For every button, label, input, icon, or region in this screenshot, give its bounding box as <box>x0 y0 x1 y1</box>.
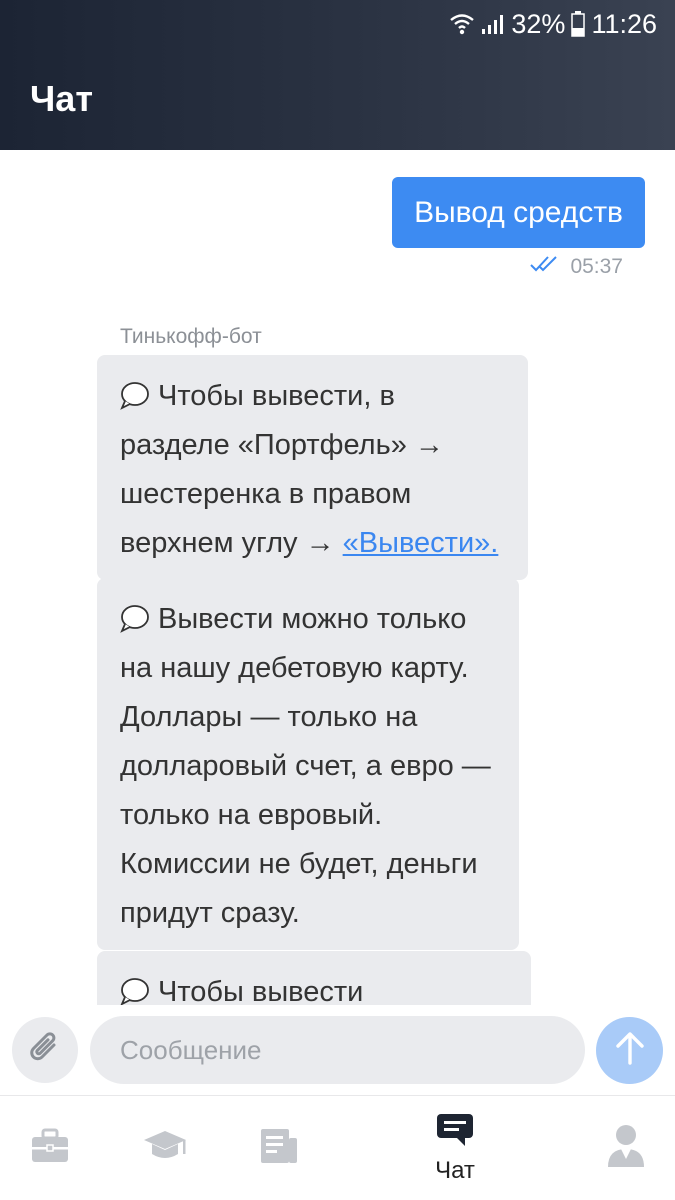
signal-icon <box>481 12 505 36</box>
message-time: 05:37 <box>570 255 623 278</box>
wifi-icon <box>449 12 475 36</box>
bot-message[interactable]: Чтобы вывести <box>97 951 531 1005</box>
speech-bubble-icon <box>120 600 150 633</box>
nav-portfolio[interactable] <box>0 1096 100 1200</box>
page-title: Чат <box>30 78 93 119</box>
battery-percent: 32% <box>511 8 566 39</box>
paperclip-icon <box>25 1028 65 1073</box>
status-bar: 32% 11:26 <box>449 8 657 40</box>
attach-button[interactable] <box>12 1017 78 1083</box>
profile-icon <box>606 1123 646 1174</box>
briefcase-icon <box>30 1127 70 1170</box>
bot-message[interactable]: Чтобы вывести, в разделе «Портфель» → ше… <box>97 355 528 580</box>
bot-message[interactable]: Вывести можно только на нашу дебетовую к… <box>97 578 519 950</box>
clock: 11:26 <box>591 8 657 39</box>
bot-message-text: Вывести можно только на нашу дебетовую к… <box>120 603 491 929</box>
chat-area[interactable]: Вывод средств 05:37 Тинькофф-бот Чтобы в… <box>0 150 675 1005</box>
bot-message-text: Чтобы вывести <box>158 976 364 1005</box>
nav-news[interactable] <box>230 1096 330 1200</box>
chat-icon <box>435 1112 475 1153</box>
double-check-icon <box>530 255 562 279</box>
message-input[interactable] <box>90 1016 585 1084</box>
outgoing-meta: 05:37 <box>530 255 623 279</box>
speech-bubble-icon <box>120 973 150 1005</box>
battery-icon <box>571 11 586 37</box>
nav-chat[interactable]: Чат <box>405 1096 505 1200</box>
withdraw-link[interactable]: «Вывести». <box>343 527 499 559</box>
app-header: 32% 11:26 Чат <box>0 0 675 150</box>
nav-chat-label: Чат <box>435 1157 475 1184</box>
nav-profile[interactable] <box>576 1096 675 1200</box>
arrow-up-icon <box>615 1031 645 1070</box>
speech-bubble-icon <box>120 377 150 410</box>
sender-name: Тинькофф-бот <box>120 325 262 348</box>
graduation-cap-icon <box>142 1127 188 1170</box>
bottom-navigation: Чат <box>0 1095 675 1200</box>
send-button[interactable] <box>596 1017 663 1084</box>
message-composer <box>0 1005 675 1095</box>
nav-education[interactable] <box>115 1096 215 1200</box>
news-icon <box>259 1126 301 1171</box>
outgoing-message[interactable]: Вывод средств <box>392 177 645 248</box>
